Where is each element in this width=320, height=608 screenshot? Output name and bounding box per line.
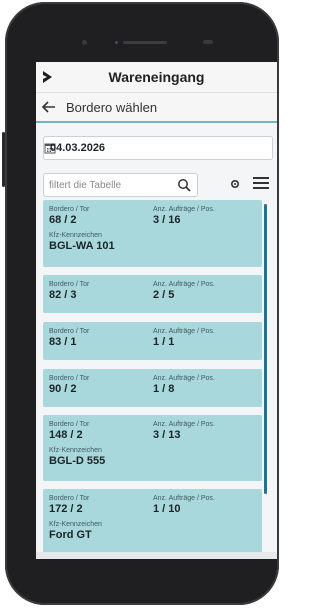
arrow-left-icon[interactable] <box>42 101 56 113</box>
date-value: 04.03.2026 <box>50 142 106 154</box>
bordero-tor-label: Bordero / Tor <box>49 375 90 382</box>
date-field[interactable]: 04.03.2026 <box>43 136 273 160</box>
auftraege-value: 2 / 5 <box>153 289 175 301</box>
speaker-grille <box>123 41 167 44</box>
subheader-title: Bordero wählen <box>66 99 158 115</box>
kfz-label: Kfz-Kennzeichen <box>49 521 102 528</box>
bordero-card[interactable]: Bordero / Tor Anz. Aufträge / Pos. 148 /… <box>43 415 262 481</box>
kfz-label: Kfz-Kennzeichen <box>49 232 102 239</box>
bordero-card[interactable]: Bordero / Tor Anz. Aufträge / Pos. 68 / … <box>43 200 262 267</box>
filter-field[interactable] <box>43 173 198 197</box>
bordero-card[interactable]: Bordero / Tor Anz. Aufträge / Pos. 172 /… <box>43 489 262 553</box>
app-screen: Wareneingang Bordero wählen 04.03.2026 f… <box>36 62 277 559</box>
settings-icon[interactable] <box>230 179 240 189</box>
kfz-label: Kfz-Kennzeichen <box>49 447 102 454</box>
auftraege-value: 1 / 10 <box>153 503 181 515</box>
bordero-list: Bordero / Tor Anz. Aufträge / Pos. 68 / … <box>43 200 263 559</box>
auftraege-label: Anz. Aufträge / Pos. <box>153 421 215 428</box>
bordero-value: 148 / 2 <box>49 429 83 441</box>
bordero-tor-label: Bordero / Tor <box>49 281 90 288</box>
auftraege-label: Anz. Aufträge / Pos. <box>153 206 215 213</box>
bordero-tor-label: Bordero / Tor <box>49 328 90 335</box>
filter-input[interactable] <box>44 178 177 192</box>
bordero-tor-label: Bordero / Tor <box>49 206 90 213</box>
list-scrollbar[interactable] <box>264 204 267 494</box>
bordero-value: 90 / 2 <box>49 383 77 395</box>
proximity-sensor <box>203 40 213 44</box>
kfz-value: BGL-WA 101 <box>49 240 115 252</box>
bordero-card[interactable]: Bordero / Tor Anz. Aufträge / Pos. 82 / … <box>43 275 262 313</box>
bordero-card[interactable]: Bordero / Tor Anz. Aufträge / Pos. 90 / … <box>43 369 262 407</box>
auftraege-value: 3 / 16 <box>153 214 181 226</box>
bordero-tor-label: Bordero / Tor <box>49 421 90 428</box>
phone-frame: Wareneingang Bordero wählen 04.03.2026 f… <box>2 2 279 605</box>
bordero-tor-label: Bordero / Tor <box>49 495 90 502</box>
chevron-right-icon[interactable] <box>42 70 54 84</box>
camera-icon <box>82 40 87 45</box>
list-icon[interactable] <box>252 176 270 190</box>
auftraege-label: Anz. Aufträge / Pos. <box>153 328 215 335</box>
app-bar: Wareneingang <box>36 62 277 93</box>
app-title: Wareneingang <box>108 69 205 85</box>
kfz-value: BGL-D 555 <box>49 455 106 467</box>
auftraege-label: Anz. Aufträge / Pos. <box>153 495 215 502</box>
bordero-value: 172 / 2 <box>49 503 83 515</box>
subheader: Bordero wählen <box>36 93 277 123</box>
sensor-dot <box>115 41 118 44</box>
kfz-value: Ford GT <box>49 529 92 541</box>
auftraege-value: 1 / 8 <box>153 383 175 395</box>
search-icon[interactable] <box>177 178 191 192</box>
auftraege-label: Anz. Aufträge / Pos. <box>153 281 215 288</box>
bordero-value: 68 / 2 <box>49 214 77 226</box>
bottom-strip <box>36 552 277 559</box>
bordero-card[interactable]: Bordero / Tor Anz. Aufträge / Pos. 83 / … <box>43 322 262 360</box>
auftraege-label: Anz. Aufträge / Pos. <box>153 375 215 382</box>
bordero-value: 83 / 1 <box>49 336 77 348</box>
bordero-value: 82 / 3 <box>49 289 77 301</box>
auftraege-value: 1 / 1 <box>153 336 175 348</box>
auftraege-value: 3 / 13 <box>153 429 181 441</box>
